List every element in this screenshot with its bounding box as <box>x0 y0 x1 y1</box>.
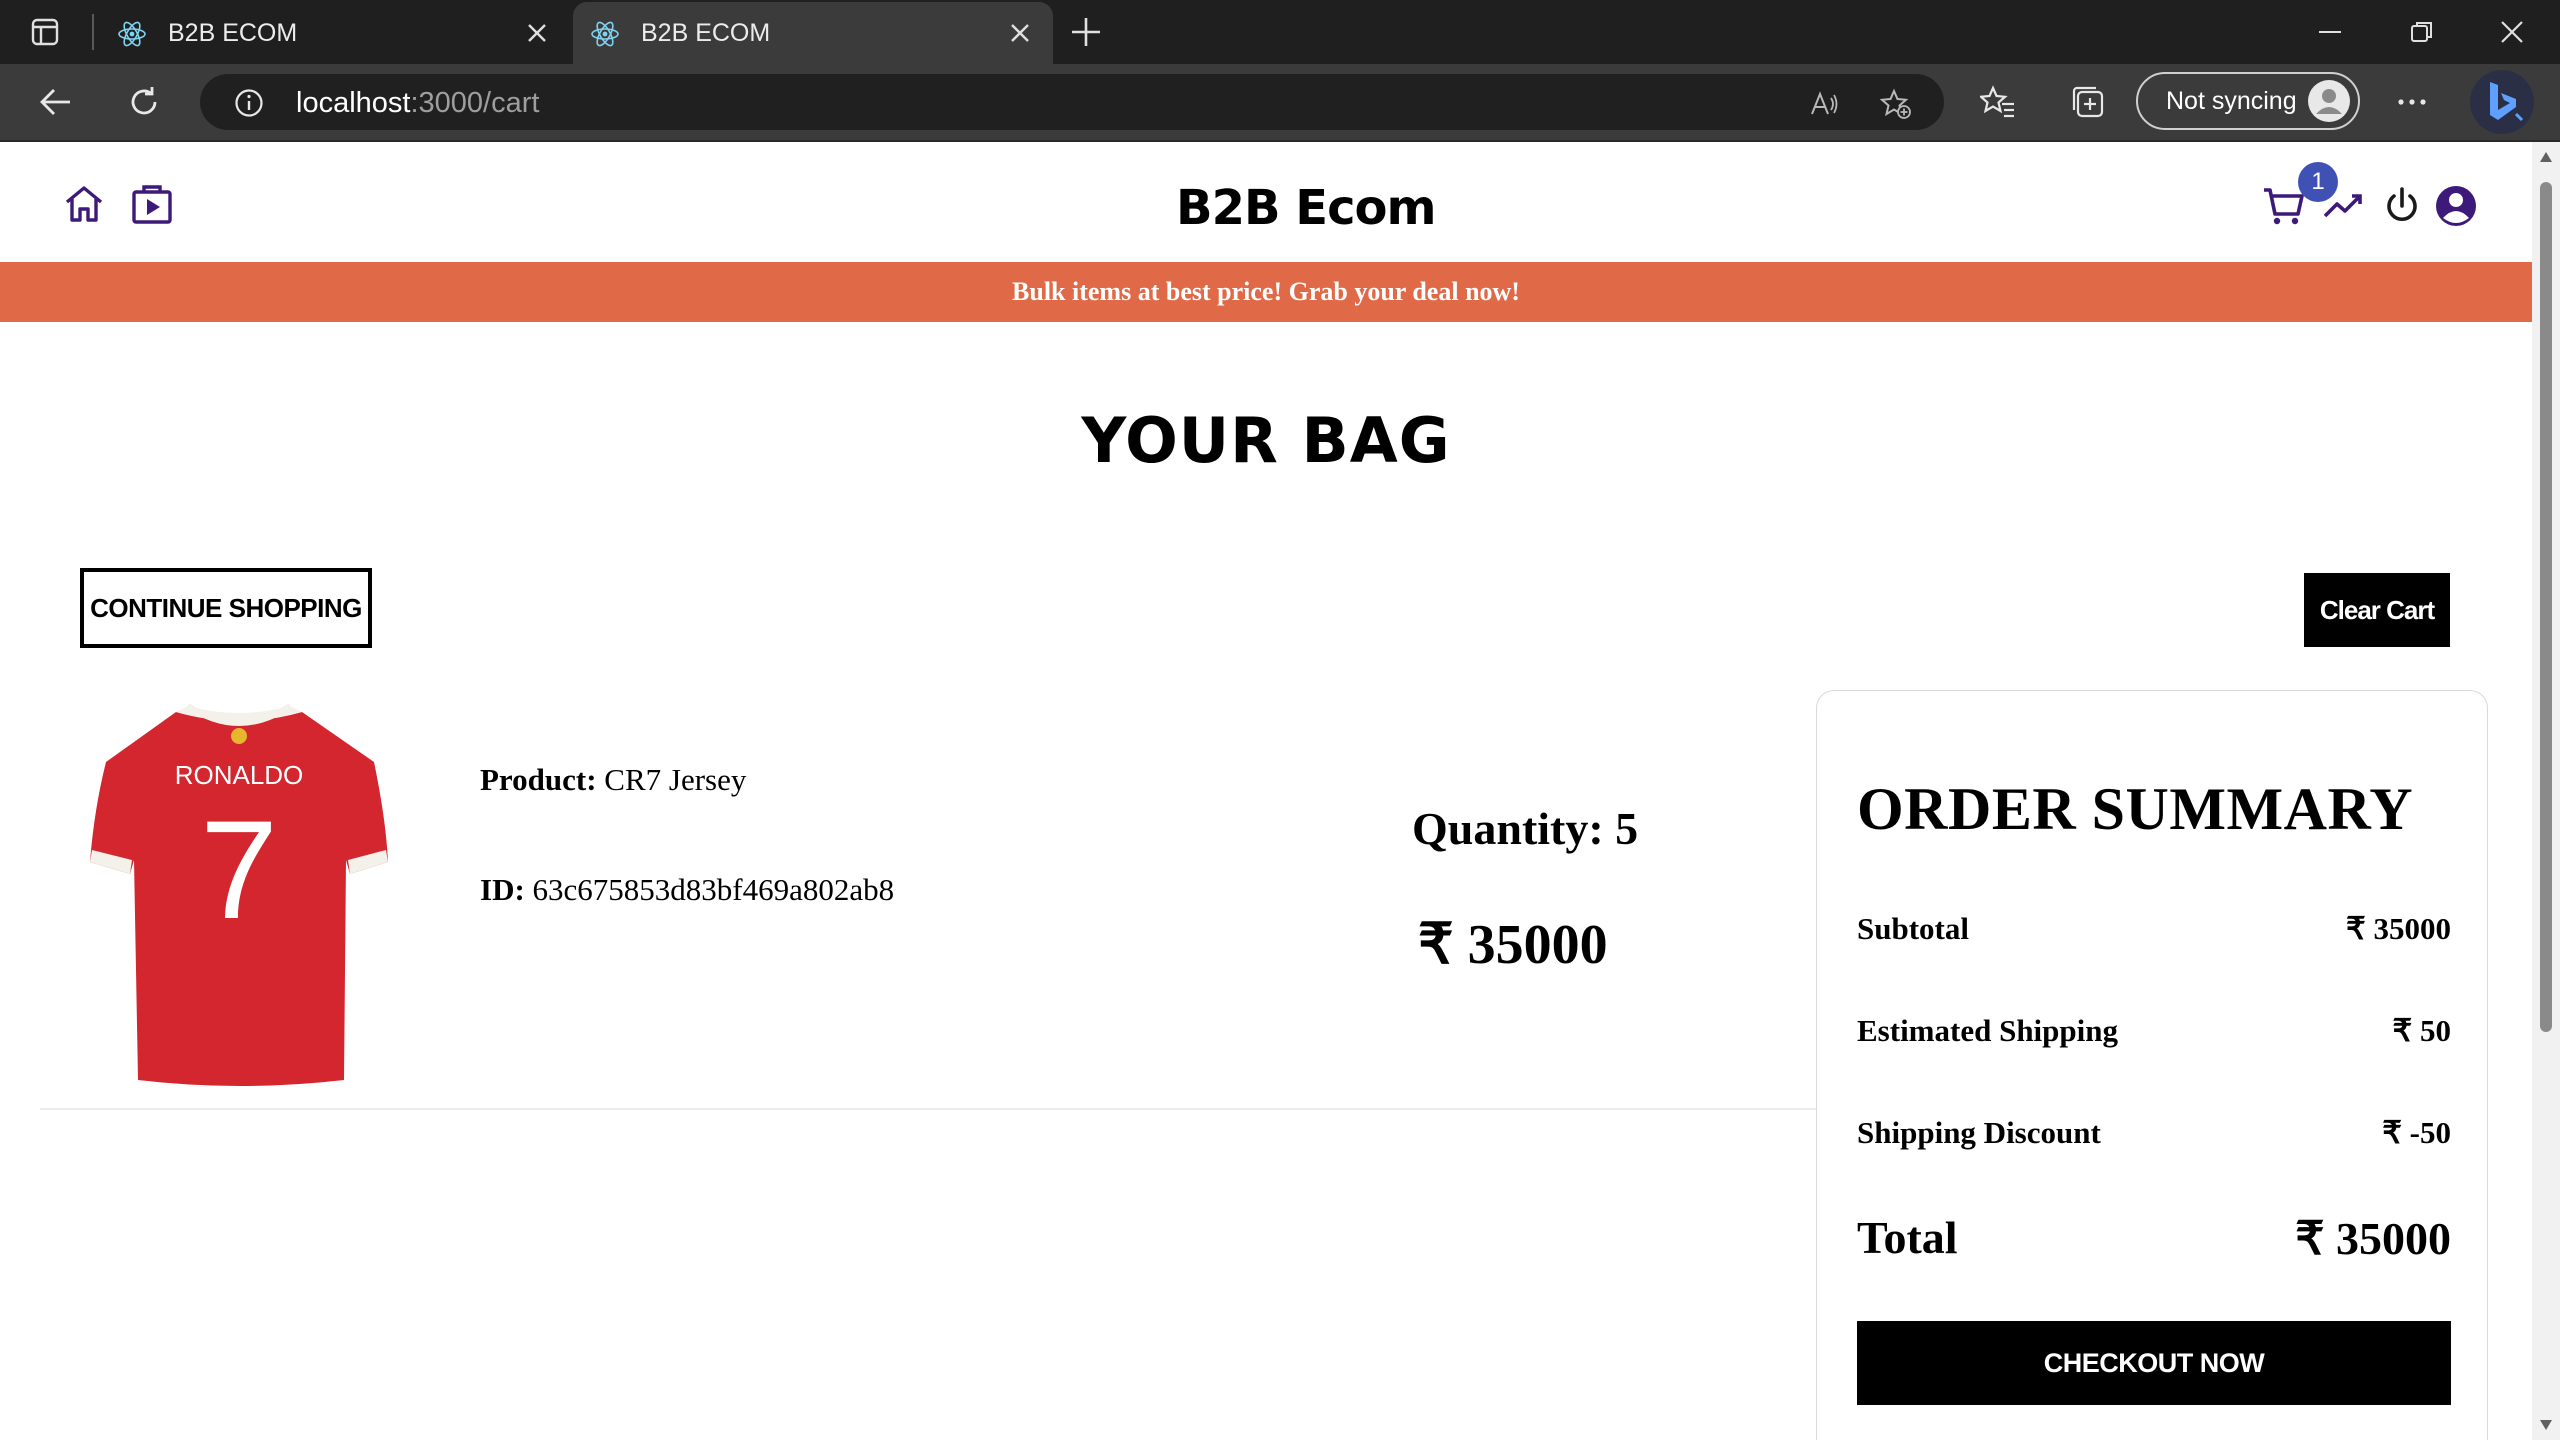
url-host: localhost <box>296 87 411 119</box>
item-price: ₹ 35000 <box>1418 914 1608 976</box>
person-icon <box>2316 89 2342 114</box>
trending-icon[interactable] <box>2322 184 2366 228</box>
product-id-value: 63c675853d83bf469a802ab8 <box>532 872 895 907</box>
profile-sync-button[interactable]: Not syncing <box>2136 72 2360 130</box>
brand-title[interactable]: B2B Ecom <box>1176 180 1437 236</box>
minimize-icon[interactable] <box>2316 18 2344 46</box>
clear-cart-button[interactable]: Clear Cart <box>2304 573 2450 647</box>
back-arrow-icon[interactable] <box>38 84 74 120</box>
close-tab-icon[interactable] <box>526 22 548 44</box>
collections-icon[interactable] <box>2070 84 2106 120</box>
close-window-icon[interactable] <box>2498 18 2526 46</box>
power-icon[interactable] <box>2380 184 2424 228</box>
refresh-icon[interactable] <box>126 84 162 120</box>
page-viewport: B2B Ecom 1 Bulk items at best price! Gra… <box>0 142 2532 1440</box>
new-tab-icon[interactable] <box>1070 16 1102 48</box>
add-favorite-icon[interactable] <box>1880 88 1912 120</box>
product-label: Product: <box>480 762 597 797</box>
page-scrollbar[interactable] <box>2532 142 2560 1440</box>
jersey-number-text: 7 <box>200 791 278 948</box>
summary-title: ORDER SUMMARY <box>1857 776 2414 842</box>
browser-tab-1[interactable]: B2B ECOM <box>100 2 570 64</box>
product-image[interactable]: RONALDO 7 <box>84 700 394 1090</box>
id-label: ID: <box>480 872 525 907</box>
app-navbar: B2B Ecom 1 <box>0 142 2532 262</box>
react-favicon-icon <box>591 21 619 47</box>
browser-toolbar: localhost:3000/cart Not syncing <box>0 64 2560 142</box>
more-options-icon[interactable] <box>2394 84 2430 120</box>
url-path: :3000/cart <box>410 87 540 119</box>
product-name-value: CR7 Jersey <box>604 762 747 797</box>
bing-icon <box>2490 82 2524 122</box>
item-quantity: Quantity: 5 <box>1412 803 1639 854</box>
continue-shopping-button[interactable]: CONTINUE SHOPPING <box>80 568 372 648</box>
checkout-button[interactable]: CHECKOUT NOW <box>1857 1321 2451 1405</box>
sync-label: Not syncing <box>2166 87 2297 115</box>
account-icon[interactable] <box>2434 184 2478 228</box>
address-bar[interactable]: localhost:3000/cart <box>200 74 1944 130</box>
favorites-icon[interactable] <box>1980 84 2016 120</box>
announcement-banner: Bulk items at best price! Grab your deal… <box>0 262 2532 322</box>
home-icon[interactable] <box>62 182 106 226</box>
tab-title: B2B ECOM <box>641 19 771 47</box>
video-library-icon[interactable] <box>130 182 174 226</box>
tab-actions-icon[interactable] <box>30 17 60 47</box>
order-summary-card: ORDER SUMMARY Subtotal ₹ 35000 Estimated… <box>1816 690 2488 1440</box>
total-label: Total <box>1857 1212 1958 1263</box>
product-name: Product: CR7 Jersey <box>480 762 746 798</box>
restore-icon[interactable] <box>2408 18 2436 46</box>
scroll-up-icon[interactable] <box>2539 150 2553 164</box>
browser-tab-2[interactable]: B2B ECOM <box>573 2 1053 64</box>
tab-separator <box>92 14 94 50</box>
close-tab-icon[interactable] <box>1009 22 1031 44</box>
subtotal-label: Subtotal <box>1857 911 1969 946</box>
subtotal-value: ₹ 35000 <box>2346 911 2451 946</box>
browser-tab-bar: B2B ECOM B2B ECOM <box>0 0 2560 64</box>
discount-label: Shipping Discount <box>1857 1115 2101 1150</box>
bing-copilot-button[interactable] <box>2470 70 2534 134</box>
page-title: YOUR BAG <box>1081 404 1451 477</box>
discount-value: ₹ -50 <box>2382 1115 2451 1150</box>
scroll-thumb[interactable] <box>2540 182 2552 1032</box>
shipping-label: Estimated Shipping <box>1857 1013 2119 1048</box>
total-value: ₹ 35000 <box>2295 1213 2451 1264</box>
react-favicon-icon <box>118 21 146 47</box>
jersey-name-text: RONALDO <box>175 760 304 790</box>
product-id: ID: 63c675853d83bf469a802ab8 <box>480 872 894 908</box>
tab-title: B2B ECOM <box>168 19 298 47</box>
item-divider <box>40 1108 1816 1110</box>
site-info-icon[interactable] <box>234 88 264 118</box>
profile-avatar <box>2308 80 2350 122</box>
read-aloud-icon[interactable] <box>1808 88 1840 120</box>
shipping-value: ₹ 50 <box>2392 1013 2451 1048</box>
scroll-down-icon[interactable] <box>2539 1418 2553 1432</box>
url-text: localhost:3000/cart <box>296 87 539 120</box>
